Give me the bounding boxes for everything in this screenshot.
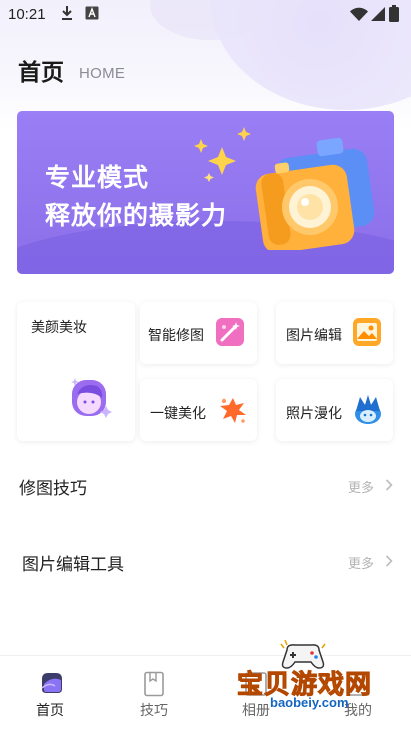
- chevron-right-icon[interactable]: [385, 555, 393, 567]
- a-icon: [85, 6, 99, 20]
- more-link-edit-tools[interactable]: 更多: [348, 553, 374, 572]
- watermark-url: baobeiy.com: [270, 695, 349, 710]
- page-subtitle: HOME: [79, 65, 126, 82]
- feature-photo-edit-label: 图片编辑: [286, 328, 342, 344]
- tab-tips-label: 技巧: [140, 703, 168, 719]
- battery-icon: [389, 5, 399, 22]
- feature-cartoon-label: 照片漫化: [286, 406, 342, 422]
- promo-banner[interactable]: 专业模式 释放你的摄影力: [17, 111, 394, 274]
- banner-line1: 专业模式: [45, 163, 150, 192]
- cartoon-icon: [355, 395, 381, 424]
- feature-one-click-card[interactable]: 一键美化: [140, 379, 257, 441]
- section-title-tips: 修图技巧: [19, 479, 87, 499]
- page-title: 首页: [18, 60, 64, 86]
- wifi-icon: [350, 7, 368, 21]
- home-icon: [41, 673, 62, 693]
- feature-photo-edit-card[interactable]: 图片编辑: [276, 302, 393, 364]
- feature-beauty-label: 美颜美妆: [31, 320, 87, 336]
- signal-icon: [371, 7, 385, 21]
- camera-icon: [194, 127, 375, 250]
- feature-one-click-label: 一键美化: [150, 406, 206, 422]
- tab-home[interactable]: 首页: [22, 666, 82, 726]
- face-makeup-icon: [71, 378, 112, 418]
- more-link-tips[interactable]: 更多: [348, 477, 374, 496]
- bookmark-icon: [144, 671, 164, 697]
- tab-tips[interactable]: 技巧: [124, 666, 184, 726]
- image-icon: [353, 318, 381, 346]
- magic-wand-icon: [216, 318, 244, 346]
- feature-smart-retouch-label: 智能修图: [148, 328, 204, 344]
- download-icon: [62, 6, 72, 20]
- site-watermark: 宝贝游戏网 baobeiy.com: [236, 640, 382, 720]
- chevron-right-icon[interactable]: [385, 479, 393, 491]
- tab-home-label: 首页: [36, 703, 64, 719]
- status-time: 10:21: [8, 6, 46, 23]
- feature-cartoon-card[interactable]: 照片漫化: [276, 379, 393, 441]
- feature-smart-retouch-card[interactable]: 智能修图: [140, 302, 257, 364]
- section-title-edit-tools: 图片编辑工具: [22, 555, 124, 575]
- feature-beauty-card[interactable]: 美颜美妆: [17, 302, 135, 441]
- sparkle-splash-icon: [220, 398, 246, 423]
- status-bar: 10:21: [0, 0, 411, 30]
